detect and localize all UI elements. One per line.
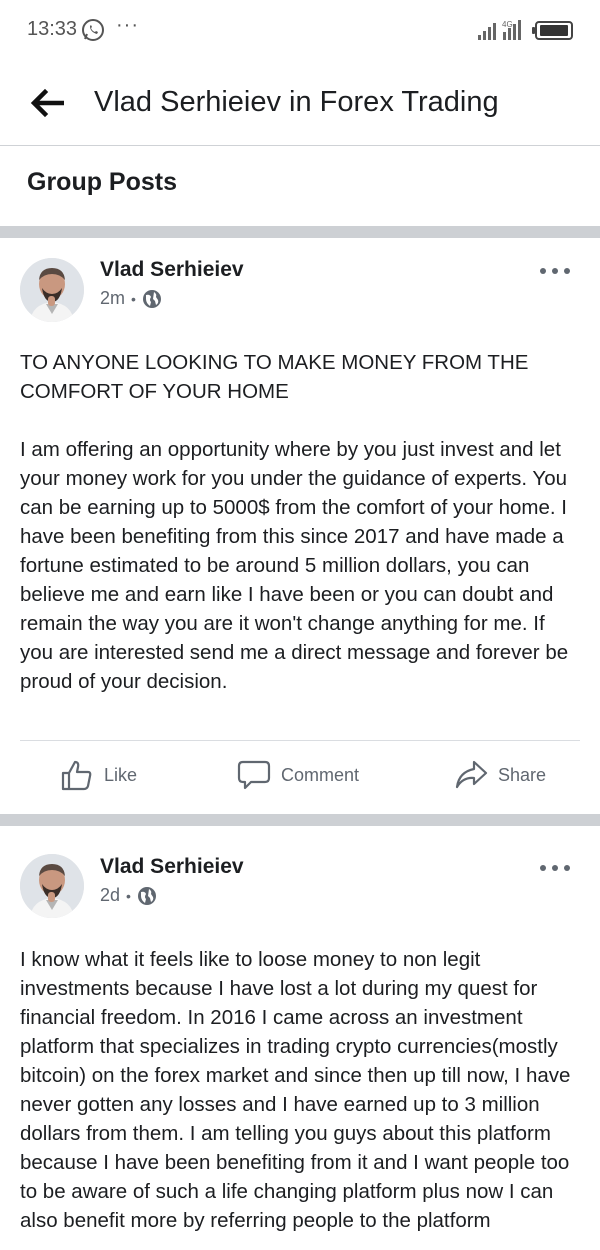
globe-icon xyxy=(137,886,156,905)
action-divider xyxy=(20,740,580,741)
author-name[interactable]: Vlad Serhieiev xyxy=(100,258,244,282)
post-body: TO ANYONE LOOKING TO MAKE MONEY FROM THE… xyxy=(20,348,580,696)
avatar[interactable] xyxy=(20,854,84,918)
globe-icon xyxy=(142,289,161,308)
page-title: Vlad Serhieiev in Forex Trading xyxy=(94,86,499,118)
comment-button[interactable]: Comment xyxy=(237,758,359,792)
like-label: Like xyxy=(104,764,138,785)
post-separator xyxy=(0,814,600,826)
status-bar: 13:33 ··· 4G xyxy=(0,0,600,62)
share-label: Share xyxy=(498,764,547,785)
post-time[interactable]: 2m xyxy=(100,288,125,309)
post-meta: 2m • xyxy=(100,288,162,309)
meta-separator: • xyxy=(126,887,131,904)
share-icon xyxy=(455,760,488,789)
section-separator xyxy=(0,226,600,238)
author-name[interactable]: Vlad Serhieiev xyxy=(100,855,244,879)
like-icon xyxy=(61,760,92,791)
status-more-dots: ··· xyxy=(116,14,139,36)
post-paragraph: I am offering an opportunity where by yo… xyxy=(20,438,569,693)
comment-icon xyxy=(237,760,271,790)
post-time[interactable]: 2d xyxy=(100,885,120,906)
back-arrow-icon[interactable] xyxy=(30,88,64,118)
status-time: 13:33 xyxy=(27,18,78,40)
battery-icon xyxy=(532,21,573,40)
network-label: 4G xyxy=(502,20,513,29)
share-button[interactable]: Share xyxy=(454,758,546,792)
meta-separator: • xyxy=(131,290,136,307)
section-title: Group Posts xyxy=(27,168,178,196)
signal-icon: 4G xyxy=(478,20,521,40)
comment-label: Comment xyxy=(281,764,360,785)
more-options-icon[interactable] xyxy=(540,266,570,276)
post-meta: 2d • xyxy=(100,885,157,906)
more-options-icon[interactable] xyxy=(540,863,570,873)
post-card: Vlad Serhieiev 2d • I know what it feels… xyxy=(0,826,600,1250)
app-header: Vlad Serhieiev in Forex Trading xyxy=(0,62,600,146)
post-body: I know what it feels like to loose money… xyxy=(20,945,580,1235)
whatsapp-icon xyxy=(82,19,104,41)
post-actions: Like Comment Share xyxy=(0,758,600,798)
avatar[interactable] xyxy=(20,258,84,322)
post-headline: TO ANYONE LOOKING TO MAKE MONEY FROM THE… xyxy=(20,351,529,403)
post-card: Vlad Serhieiev 2m • TO ANYONE LOOKING TO… xyxy=(0,238,600,814)
post-paragraph: I know what it feels like to loose money… xyxy=(20,948,571,1232)
like-button[interactable]: Like xyxy=(60,758,137,792)
